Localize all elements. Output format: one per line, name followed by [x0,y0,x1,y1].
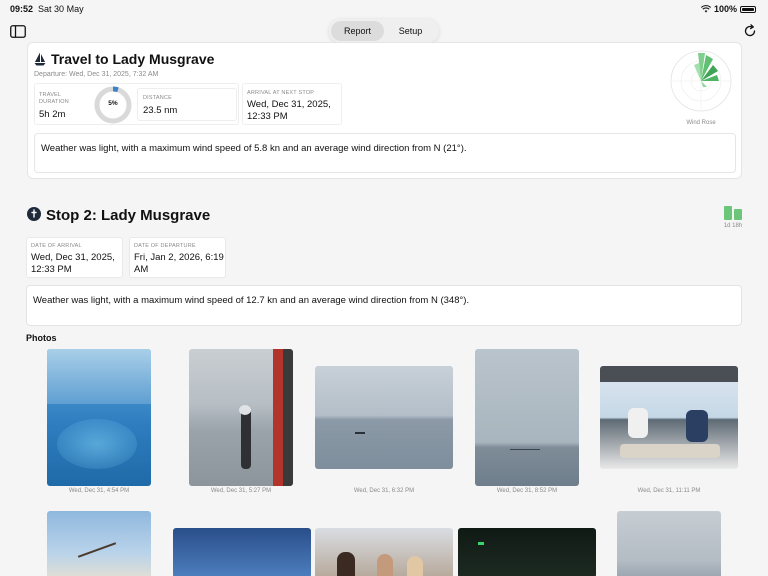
leg-departure: Departure: Wed, Dec 31, 2025, 7:32 AM [34,71,159,78]
wifi-icon [700,5,711,13]
photo-date: Wed, Dec 31, 8:52 PM [496,488,558,494]
distance-label: DISTANCE [143,95,173,101]
battery-icon [740,5,756,13]
tab-setup[interactable]: Setup [384,21,437,41]
leg-note-text: Weather was light, with a maximum wind s… [41,143,467,154]
date-of-arrival-label: DATE OF ARRIVAL [31,243,82,249]
progress-percent: 5% [108,100,118,107]
leg-card: Travel to Lady Musgrave Departure: Wed, … [27,42,742,179]
photo-thumbnail[interactable] [47,349,151,486]
stay-duration-badge: 1d 18h [723,223,743,229]
wind-rose-chart [670,50,732,112]
tab-report[interactable]: Report [331,21,384,41]
status-right: 100% [700,4,756,14]
report-setup-segmented-control: Report Setup [329,19,439,43]
date-of-departure-label: DATE OF DEPARTURE [134,243,196,249]
wind-rose-label: Wind Rose [686,120,716,126]
photo-thumbnail[interactable] [189,349,293,486]
date-of-arrival-value: Wed, Dec 31, 2025, 12:33 PM [31,252,115,275]
refresh-icon[interactable] [739,20,761,42]
travel-duration-value: 5h 2m [39,109,66,120]
photos-heading: Photos [26,333,57,343]
date-of-arrival-box: DATE OF ARRIVAL Wed, Dec 31, 2025, 12:33… [26,237,123,278]
battery-percent: 100% [713,4,737,14]
stay-duration-bars-icon [724,206,742,220]
photo-date: Wed, Dec 31, 4:54 PM [68,488,130,494]
stop-note-text: Weather was light, with a maximum wind s… [33,295,470,306]
photo-thumbnail[interactable] [600,366,738,469]
arrival-box: ARRIVAL AT NEXT STOP Wed, Dec 31, 2025, … [242,83,342,125]
date-of-departure-box: DATE OF DEPARTURE Fri, Jan 2, 2026, 6:19… [129,237,226,278]
status-date: Sat 30 May [38,4,84,14]
stop-note-box[interactable]: Weather was light, with a maximum wind s… [26,285,742,326]
stop-title: Stop 2: Lady Musgrave [46,207,211,224]
photo-thumbnail[interactable] [617,511,721,576]
status-bar: 09:52 Sat 30 May 100% [0,0,768,18]
sidebar-toggle-icon[interactable] [7,20,29,42]
leg-title: Travel to Lady Musgrave [51,51,215,67]
status-time: 09:52 [10,4,34,14]
photo-date: Wed, Dec 31, 11:11 PM [637,488,701,494]
date-of-departure-value: Fri, Jan 2, 2026, 6:19 AM [134,252,224,275]
arrival-label: ARRIVAL AT NEXT STOP [247,90,315,96]
photo-date: Wed, Dec 31, 6:32 PM [353,488,415,494]
photo-thumbnail[interactable] [315,366,453,469]
travel-duration-label: TRAVEL DURATION [39,92,69,105]
photo-thumbnail[interactable] [173,528,311,576]
photo-thumbnail[interactable] [47,511,151,576]
sailboat-icon [34,52,46,66]
photo-thumbnail[interactable] [315,528,453,576]
distance-value: 23.5 nm [143,105,178,116]
arrival-value: Wed, Dec 31, 2025, 12:33 PM [247,99,331,122]
status-time-date: 09:52 Sat 30 May [10,4,84,14]
distance-box: DISTANCE 23.5 nm [137,88,237,121]
photo-date: Wed, Dec 31, 5:27 PM [210,488,272,494]
leg-note-box[interactable]: Weather was light, with a maximum wind s… [34,133,736,173]
anchor-stop-icon [27,207,41,221]
photo-thumbnail[interactable] [458,528,596,576]
photo-thumbnail[interactable] [475,349,579,486]
